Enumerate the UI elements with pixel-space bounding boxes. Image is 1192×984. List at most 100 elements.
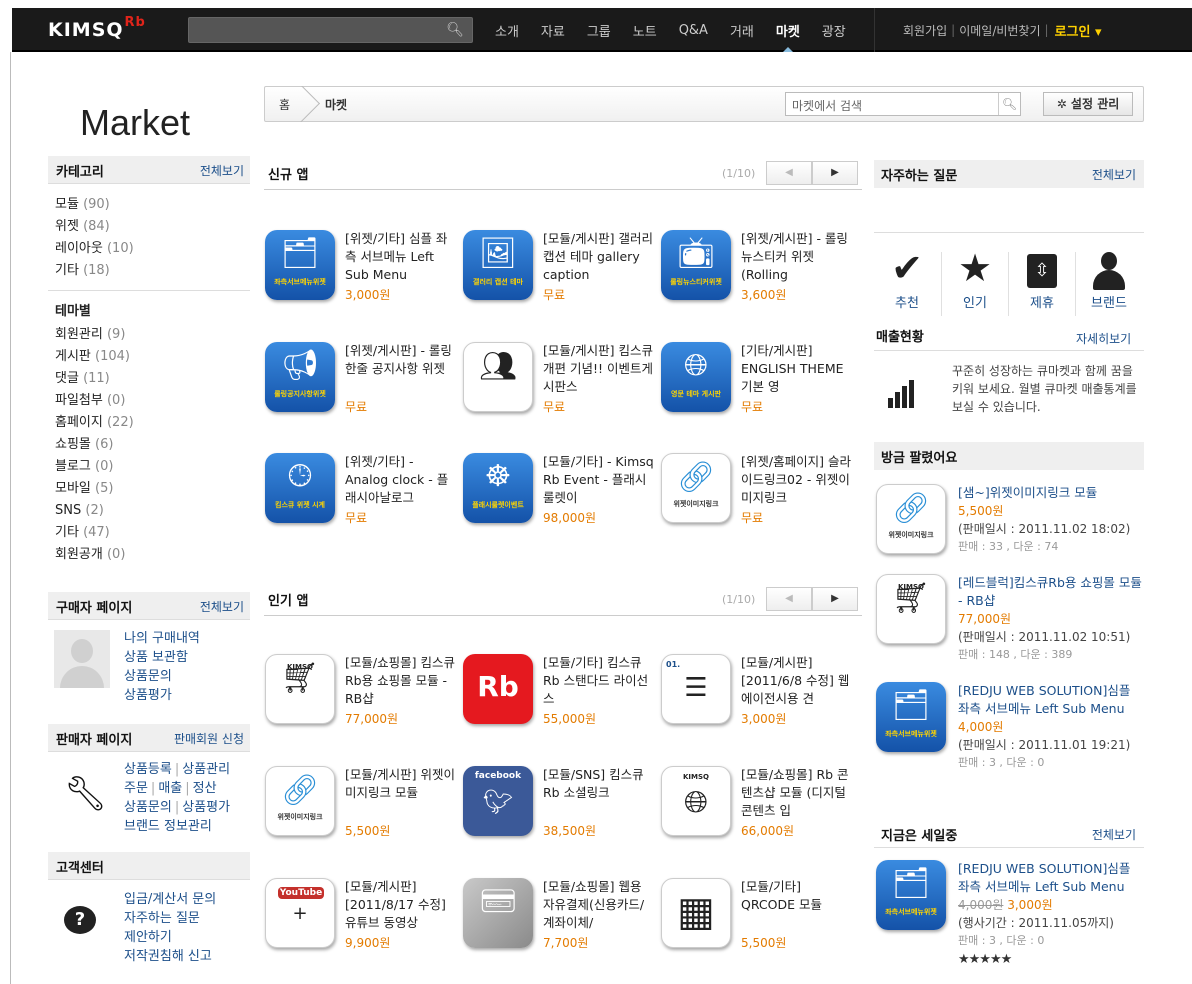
quick-recommend[interactable]: ✔︎ 추천 xyxy=(874,244,940,311)
seller-review-link[interactable]: 상품평가 xyxy=(182,800,230,815)
sale-view-all-link[interactable]: 전체보기 xyxy=(1092,826,1136,843)
nav-intro[interactable]: 소개 xyxy=(484,21,530,40)
app-card[interactable]: KIMSQ 🌐︎ [모듈/쇼핑몰] Rb 콘텐츠샵 모듈 (디지털콘텐츠 입 66,0… xyxy=(661,766,851,846)
list-item[interactable]: 레이아웃 (10) xyxy=(55,238,134,260)
nav-qa[interactable]: Q&A xyxy=(668,23,719,38)
list-item[interactable]: 위젯 (84) xyxy=(55,216,134,238)
list-item[interactable]: 회원관리 (9) xyxy=(55,324,134,346)
app-title[interactable]: [모듈/SNS] 킴스큐Rb 소셜링크 xyxy=(543,766,655,820)
next-button[interactable]: ▶ xyxy=(812,161,858,185)
sales-link[interactable]: 매출 xyxy=(158,781,182,796)
app-title[interactable]: [모듈/쇼핑몰] Rb 콘텐츠샵 모듈 (디지털콘텐츠 입 xyxy=(741,766,853,820)
app-card[interactable]: 🗂︎ 좌측서브메뉴위젯 [위젯/기타] 심플 좌측 서브메뉴 Left Sub Me… xyxy=(265,230,455,310)
faq-view-all-link[interactable]: 전체보기 xyxy=(1092,166,1136,183)
app-title[interactable]: [위젯/기타] 심플 좌측 서브메뉴 Left Sub Menu xyxy=(345,230,457,284)
quick-partnership[interactable]: ⇳ 제휴 xyxy=(1009,244,1075,311)
prev-button[interactable]: ◀ xyxy=(766,161,812,185)
app-card[interactable]: 👥︎ [모듈/게시판] 킴스큐 개편 기념!! 이벤트게시판스 무료 xyxy=(463,342,653,422)
list-item[interactable]: 홈페이지 (22) xyxy=(55,412,134,434)
app-card[interactable]: 🛒︎ KIMSQ [모듈/쇼핑몰] 킴스큐Rb용 쇼핑몰 모듈 - RB샵 77,00… xyxy=(265,654,455,734)
list-item[interactable]: 모듈 (90) xyxy=(55,194,134,216)
app-card[interactable]: 🌐︎ 영문 테마 게시판 [기타/게시판] ENGLISH THEME 기본 영 무료 xyxy=(661,342,851,422)
app-card[interactable]: 01. ☰ [모듈/게시판] [2011/6/8 수정] 웹에이전시용 견 3,000… xyxy=(661,654,851,734)
list-item[interactable]: 기타 (47) xyxy=(55,522,134,544)
list-item[interactable]: 🗂︎ 좌측서브메뉴위젯 [REDJU WEB SOLUTION]심플 좌측 서브메뉴… xyxy=(876,682,1144,778)
nav-note[interactable]: 노트 xyxy=(622,21,668,40)
app-card[interactable]: 🕒︎ 킴스큐 위젯 시계 [위젯/기타] - Analog clock - 플래시아… xyxy=(265,453,455,533)
app-card[interactable]: Rb [모듈/기타] 킴스큐Rb 스탠다드 라이선스 55,000원 xyxy=(463,654,653,734)
seller-apply-link[interactable]: 판매회원 신청 xyxy=(174,730,244,747)
app-card[interactable]: 🔗︎ 위젯이미지링크 [위젯/홈페이지] 슬라이드링크02 - 위젯이미지링크 무료 xyxy=(661,453,851,533)
app-title[interactable]: [모듈/쇼핑몰] 킴스큐Rb용 쇼핑몰 모듈 - RB샵 xyxy=(345,654,457,708)
site-logo[interactable]: KIMSQRb xyxy=(48,15,146,41)
purchase-history-link[interactable]: 나의 구매내역 xyxy=(124,629,200,648)
app-card[interactable]: 🖼︎ 갤러리 캡션 테마 [모듈/게시판] 갤러리 캡션 테마 gallery ca… xyxy=(463,230,653,310)
buyer-view-all-link[interactable]: 전체보기 xyxy=(200,598,244,615)
next-button[interactable]: ▶ xyxy=(812,587,858,611)
product-manage-link[interactable]: 상품관리 xyxy=(182,762,230,777)
sale-item[interactable]: 🗂︎ 좌측서브메뉴위젯 [REDJU WEB SOLUTION]심플 좌측 서브메뉴… xyxy=(876,860,1144,984)
brand-info-link[interactable]: 브랜드 정보관리 xyxy=(124,819,212,834)
list-item[interactable]: 파일첨부 (0) xyxy=(55,390,134,412)
category-view-all-link[interactable]: 전체보기 xyxy=(200,162,244,179)
app-title[interactable]: [위젯/기타] - Analog clock - 플래시아날로그 xyxy=(345,453,457,507)
product-name[interactable]: [샘~]위젯이미지링크 모듈 xyxy=(958,485,1097,500)
market-search-input[interactable]: 마켓에서 검색 🔍︎ xyxy=(785,92,1021,116)
app-title[interactable]: [모듈/게시판] 위젯이미지링크 모듈 xyxy=(345,766,457,820)
nav-resources[interactable]: 자료 xyxy=(530,21,576,40)
app-card[interactable]: 📺︎ 롤링뉴스티커위젯 [위젯/게시판] - 롤링 뉴스티커 위젯 (Rolling… xyxy=(661,230,851,310)
list-item[interactable]: 🛒︎ KIMSQ [레드블럭]킴스큐Rb용 쇼핑몰 모듈 - RB샵 77,000원 (… xyxy=(876,574,1144,670)
suggestion-link[interactable]: 제안하기 xyxy=(124,928,216,947)
app-card[interactable]: ☸︎ 플래시룰렛이벤트 [모듈/기타] - Kimsq Rb Event - 플래시… xyxy=(463,453,655,533)
app-title[interactable]: [모듈/기타] 킴스큐Rb 스탠다드 라이선스 xyxy=(543,654,655,708)
app-card[interactable]: 💳︎ [모듈/쇼핑몰] 웹용 자유결제(신용카드/계좌이체/7,700원 xyxy=(463,878,653,958)
product-inquiry-link[interactable]: 상품문의 xyxy=(124,667,200,686)
product-review-link[interactable]: 상품평가 xyxy=(124,686,200,705)
product-name[interactable]: [레드블럭]킴스큐Rb용 쇼핑몰 모듈 - RB샵 xyxy=(958,575,1142,608)
find-account-link[interactable]: 이메일/비번찾기 xyxy=(959,22,1040,39)
search-icon[interactable]: 🔍︎ xyxy=(446,22,464,38)
copyright-report-link[interactable]: 저작권침해 신고 xyxy=(124,947,216,966)
breadcrumb-home[interactable]: 홈 xyxy=(279,96,290,113)
product-register-link[interactable]: 상품등록 xyxy=(124,762,172,777)
app-title[interactable]: [기타/게시판] ENGLISH THEME 기본 영 xyxy=(741,342,853,396)
app-title[interactable]: [모듈/게시판] [2011/6/8 수정] 웹에이전시용 견 xyxy=(741,654,853,708)
list-item[interactable]: 회원공개 (0) xyxy=(55,544,134,566)
login-button[interactable]: 로그인 ▾ xyxy=(1055,21,1102,40)
app-title[interactable]: [모듈/게시판] [2011/8/17 수정] 유튜브 동영상 xyxy=(345,878,457,932)
list-item[interactable]: 기타 (18) xyxy=(55,260,134,282)
app-title[interactable]: [모듈/기타] - Kimsq Rb Event - 플래시 룰렛이 xyxy=(543,453,655,507)
app-title[interactable]: [위젯/홈페이지] 슬라이드링크02 - 위젯이미지링크 xyxy=(741,453,853,507)
list-item[interactable]: 모바일 (5) xyxy=(55,478,134,500)
quick-popular[interactable]: ★ 인기 xyxy=(942,244,1008,311)
list-item[interactable]: SNS (2) xyxy=(55,500,134,522)
app-title[interactable]: [위젯/게시판] - 롤링 한줄 공지사항 위젯 xyxy=(345,342,457,396)
app-card[interactable]: facebook 🐦︎ [모듈/SNS] 킴스큐Rb 소셜링크 38,500원 xyxy=(463,766,653,846)
nav-trade[interactable]: 거래 xyxy=(719,21,765,40)
app-title[interactable]: [모듈/기타] QRCODE 모듈 xyxy=(741,878,853,932)
app-card[interactable]: 📢︎ 롤링공지사항위젯 [위젯/게시판] - 롤링 한줄 공지사항 위젯 무료 xyxy=(265,342,455,422)
list-item[interactable]: 쇼핑몰 (6) xyxy=(55,434,134,456)
app-title[interactable]: [모듈/쇼핑몰] 웹용 자유결제(신용카드/계좌이체/ xyxy=(543,878,655,932)
nav-market[interactable]: 마켓 xyxy=(765,21,811,52)
app-card[interactable]: YouTube + [모듈/게시판] [2011/8/17 수정] 유튜브 동영상 9… xyxy=(265,878,455,958)
signup-link[interactable]: 회원가입 xyxy=(903,22,947,39)
invoice-inquiry-link[interactable]: 입금/계산서 문의 xyxy=(124,890,216,909)
settlement-link[interactable]: 정산 xyxy=(193,781,217,796)
product-storage-link[interactable]: 상품 보관함 xyxy=(124,648,200,667)
product-name[interactable]: [REDJU WEB SOLUTION]심플 좌측 서브메뉴 Left Sub … xyxy=(958,861,1130,894)
order-link[interactable]: 주문 xyxy=(124,781,148,796)
nav-group[interactable]: 그룹 xyxy=(576,21,622,40)
product-name[interactable]: [REDJU WEB SOLUTION]심플 좌측 서브메뉴 Left Sub … xyxy=(958,683,1130,716)
list-item[interactable]: 게시판 (104) xyxy=(55,346,134,368)
quick-brand[interactable]: 브랜드 xyxy=(1076,244,1142,311)
nav-plaza[interactable]: 광장 xyxy=(811,21,857,40)
list-item[interactable]: 블로그 (0) xyxy=(55,456,134,478)
settings-button[interactable]: ✲ 설정 관리 xyxy=(1043,92,1133,116)
app-title[interactable]: [모듈/게시판] 킴스큐 개편 기념!! 이벤트게시판스 xyxy=(543,342,655,396)
sales-detail-link[interactable]: 자세히보기 xyxy=(1076,330,1131,347)
list-item[interactable]: 🔗︎ 위젯이미지링크 [샘~]위젯이미지링크 모듈 5,500원 (판매일시 : 201… xyxy=(876,484,1144,580)
faq-link[interactable]: 자주하는 질문 xyxy=(124,909,216,928)
prev-button[interactable]: ◀ xyxy=(766,587,812,611)
app-card[interactable]: 🔗︎ 위젯이미지링크 [모듈/게시판] 위젯이미지링크 모듈 5,500원 xyxy=(265,766,455,846)
